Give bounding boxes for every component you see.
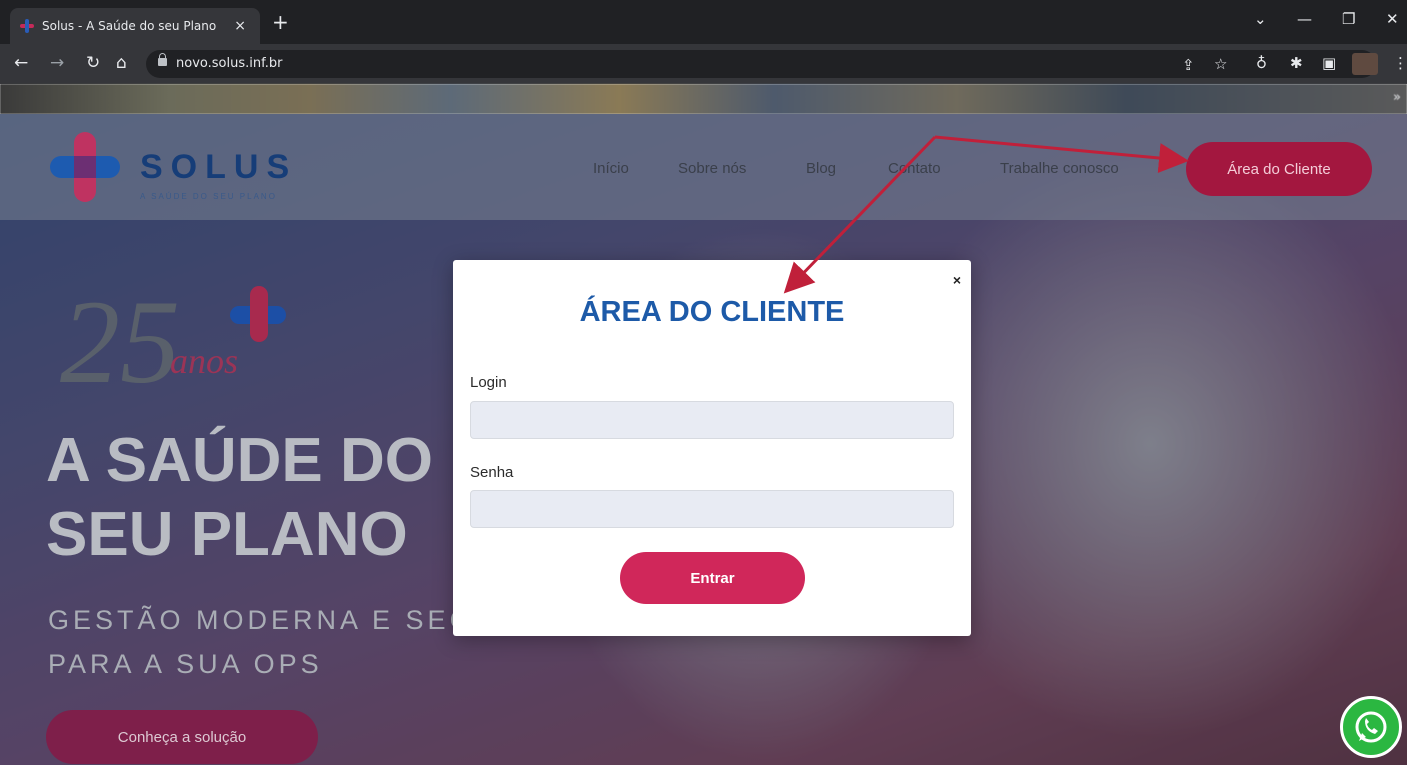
extension-icon[interactable]: ♁: [1256, 54, 1267, 72]
whatsapp-icon[interactable]: [1340, 696, 1402, 758]
bookmarks-more-icon[interactable]: »: [1393, 90, 1401, 105]
tab-title: Solus - A Saúde do seu Plano: [42, 19, 217, 33]
logo-tagline: A SAÚDE DO SEU PLANO: [140, 192, 277, 201]
star-icon[interactable]: ☆: [1214, 55, 1227, 73]
tab-search-icon[interactable]: ⌄: [1254, 10, 1267, 28]
nav-item-sobre-nos[interactable]: Sobre nós: [678, 160, 746, 177]
modal-close-icon[interactable]: ×: [953, 272, 961, 288]
address-bar[interactable]: novo.solus.inf.br ⇪ ☆: [146, 50, 1376, 78]
address-url: novo.solus.inf.br: [176, 56, 283, 71]
bookmarks-bar: »: [0, 84, 1407, 114]
browser-tab-bar: Solus - A Saúde do seu Plano × + ⌄ — ❐ ✕: [0, 0, 1407, 44]
client-area-button[interactable]: Área do Cliente: [1186, 142, 1372, 196]
window-close-icon[interactable]: ✕: [1386, 10, 1399, 28]
lock-icon: [158, 53, 167, 66]
profile-avatar[interactable]: [1352, 53, 1378, 75]
badge-word: anos: [170, 341, 239, 381]
hero-title: A SAÚDE DO SEU PLANO: [46, 426, 433, 569]
solus-favicon-icon: [20, 19, 34, 33]
badge-number: 25: [60, 275, 180, 408]
modal-title: ÁREA DO CLIENTE: [579, 296, 845, 328]
restore-icon[interactable]: ❐: [1342, 10, 1355, 28]
solus-logo-icon[interactable]: [50, 132, 120, 202]
nav-item-trabalhe-conosco[interactable]: Trabalhe conosco: [1000, 160, 1119, 177]
tab-close-icon[interactable]: ×: [234, 18, 246, 34]
browser-tab[interactable]: Solus - A Saúde do seu Plano ×: [10, 8, 260, 44]
logo-name[interactable]: SOLUS: [140, 148, 297, 187]
forward-icon[interactable]: →: [50, 53, 64, 73]
home-icon[interactable]: ⌂: [116, 53, 127, 73]
nav-item-blog[interactable]: Blog: [806, 160, 836, 177]
sidepanel-icon[interactable]: ▣: [1322, 54, 1336, 72]
hero-cta-button[interactable]: Conheça a solução: [46, 710, 318, 764]
password-input[interactable]: [470, 490, 954, 528]
anniversary-badge: 25 anos: [50, 282, 290, 412]
login-input[interactable]: [470, 401, 954, 439]
login-submit-button[interactable]: Entrar: [620, 552, 805, 604]
puzzle-icon[interactable]: ✱: [1290, 54, 1303, 72]
password-label: Senha: [470, 464, 514, 481]
browser-toolbar: ← → ↻ ⌂ novo.solus.inf.br ⇪ ☆ ♁ ✱ ▣ ⋮: [0, 44, 1407, 84]
minimize-icon[interactable]: —: [1297, 10, 1312, 28]
back-icon[interactable]: ←: [14, 53, 28, 73]
menu-icon[interactable]: ⋮: [1393, 54, 1407, 72]
nav-item-inicio[interactable]: Início: [593, 160, 629, 177]
new-tab-icon[interactable]: +: [272, 12, 289, 32]
reload-icon[interactable]: ↻: [86, 53, 100, 73]
login-label: Login: [470, 374, 507, 391]
client-login-modal: × ÁREA DO CLIENTE Login Senha Entrar: [453, 260, 971, 636]
nav-item-contato[interactable]: Contato: [888, 160, 941, 177]
share-icon[interactable]: ⇪: [1182, 56, 1195, 74]
site-header: SOLUS A SAÚDE DO SEU PLANO Início Sobre …: [0, 114, 1407, 220]
